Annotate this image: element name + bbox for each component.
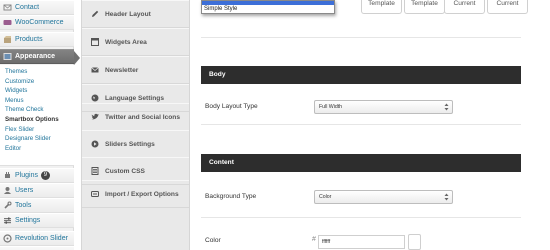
select-stepper-icon: [444, 193, 449, 201]
body-layout-type-label: Body Layout Type: [205, 103, 258, 110]
tab-header-layout[interactable]: Header Layout: [82, 0, 189, 28]
dropdown-option[interactable]: Simple Style: [202, 5, 334, 14]
slider-icon: [91, 140, 99, 148]
tab-label: Widgets Area: [105, 38, 147, 46]
menu-item-plugins[interactable]: Plugins 9: [0, 168, 74, 183]
tab-label: Sliders Settings: [105, 140, 155, 148]
menu-item-label: Appearance: [15, 53, 56, 60]
appearance-icon: [3, 52, 12, 61]
import-export-icon: [91, 190, 99, 198]
menu-item-next[interactable]: [0, 246, 74, 250]
select-stepper-icon: [444, 103, 449, 111]
revolution-slider-icon: [3, 234, 12, 243]
submenu-smartbox-options[interactable]: Smartbox Options: [0, 115, 74, 125]
pencil-icon: [91, 10, 99, 18]
contact-icon: [3, 3, 12, 12]
settings-icon: [3, 216, 12, 225]
menu-item-label: Plugins: [15, 172, 38, 179]
menu-item-appearance[interactable]: Appearance: [0, 49, 80, 65]
tab-import-export[interactable]: Import / Export Options: [82, 180, 189, 208]
select-value: Full Width: [319, 104, 343, 110]
globe-icon: [91, 94, 99, 102]
submenu-designare-slider[interactable]: Designare Slider: [0, 134, 74, 144]
divider: [201, 217, 521, 218]
users-icon: [3, 186, 12, 195]
color-hash-prefix: #: [312, 236, 316, 243]
envelope-icon: [91, 66, 99, 74]
menu-item-label: Products: [15, 36, 43, 43]
menu-item-label: Users: [15, 187, 34, 194]
menu-item-contact[interactable]: Contact: [0, 0, 74, 15]
css-file-icon: [91, 167, 99, 175]
active-arrow-icon: [74, 51, 80, 65]
admin-sidebar: Contact WooCommerce Products Appearance …: [0, 0, 80, 250]
woocommerce-icon: [3, 18, 12, 27]
tab-label: Import / Export Options: [105, 190, 179, 198]
theme-options-tabs: Header Layout Widgets Area Newsletter La…: [81, 0, 190, 250]
submenu-customize[interactable]: Customize: [0, 77, 74, 87]
current-button[interactable]: Current: [487, 0, 528, 14]
body-layout-type-select[interactable]: Full Width: [314, 100, 453, 114]
menu-item-label: Revolution Slider: [15, 235, 68, 242]
tab-label: Custom CSS: [105, 167, 145, 175]
submenu-flex-slider[interactable]: Flex Slider: [0, 125, 74, 135]
menu-item-label: WooCommerce: [15, 19, 64, 26]
tab-label: Language Settings: [105, 94, 164, 102]
menu-item-woocommerce[interactable]: WooCommerce: [0, 15, 74, 30]
divider: [201, 37, 521, 38]
submenu-theme-check[interactable]: Theme Check: [0, 105, 74, 115]
tab-label: Header Layout: [105, 10, 151, 18]
plugins-count-badge: 9: [40, 171, 50, 180]
menu-item-tools[interactable]: Tools: [0, 198, 74, 213]
color-label: Color: [205, 237, 221, 244]
menu-item-settings[interactable]: Settings: [0, 213, 74, 228]
products-icon: [3, 35, 12, 44]
tab-sliders-settings[interactable]: Sliders Settings: [82, 130, 189, 158]
submenu-themes[interactable]: Themes: [0, 67, 74, 77]
menu-item-label: Tools: [15, 202, 32, 209]
tab-label: Twitter and Social Icons: [105, 113, 180, 121]
appearance-submenu: Themes Customize Widgets Menus Theme Che…: [0, 65, 74, 166]
tab-widgets-area[interactable]: Widgets Area: [82, 28, 189, 56]
menu-item-label: Settings: [15, 217, 41, 224]
template-button[interactable]: Template: [361, 0, 402, 14]
plugins-icon: [3, 171, 12, 180]
tools-icon: [3, 201, 12, 210]
style-dropdown-list[interactable]: Simple Style: [201, 0, 335, 14]
background-type-label: Background Type: [205, 193, 257, 200]
tab-twitter-social[interactable]: Twitter and Social Icons: [82, 103, 189, 131]
menu-item-revolution-slider[interactable]: Revolution Slider: [0, 231, 74, 246]
tab-newsletter[interactable]: Newsletter: [82, 56, 189, 84]
color-swatch[interactable]: [408, 234, 421, 250]
menu-item-label: Contact: [15, 4, 40, 11]
widgets-icon: [91, 38, 99, 46]
options-panel: Simple Style Template Template Current C…: [191, 0, 550, 250]
section-header-body: Body: [201, 66, 521, 84]
tab-label: Newsletter: [105, 66, 139, 74]
background-type-select[interactable]: Color: [314, 190, 453, 204]
section-header-content: Content: [201, 154, 521, 172]
select-value: Color: [319, 194, 332, 200]
submenu-editor[interactable]: Editor: [0, 144, 74, 154]
submenu-menus[interactable]: Menus: [0, 96, 74, 106]
twitter-icon: [91, 113, 99, 121]
divider: [201, 124, 521, 125]
current-button[interactable]: Current: [444, 0, 485, 14]
menu-item-users[interactable]: Users: [0, 183, 74, 198]
menu-item-products[interactable]: Products: [0, 32, 74, 47]
submenu-widgets[interactable]: Widgets: [0, 86, 74, 96]
color-input[interactable]: ffffff: [318, 235, 405, 249]
template-button[interactable]: Template: [404, 0, 445, 14]
